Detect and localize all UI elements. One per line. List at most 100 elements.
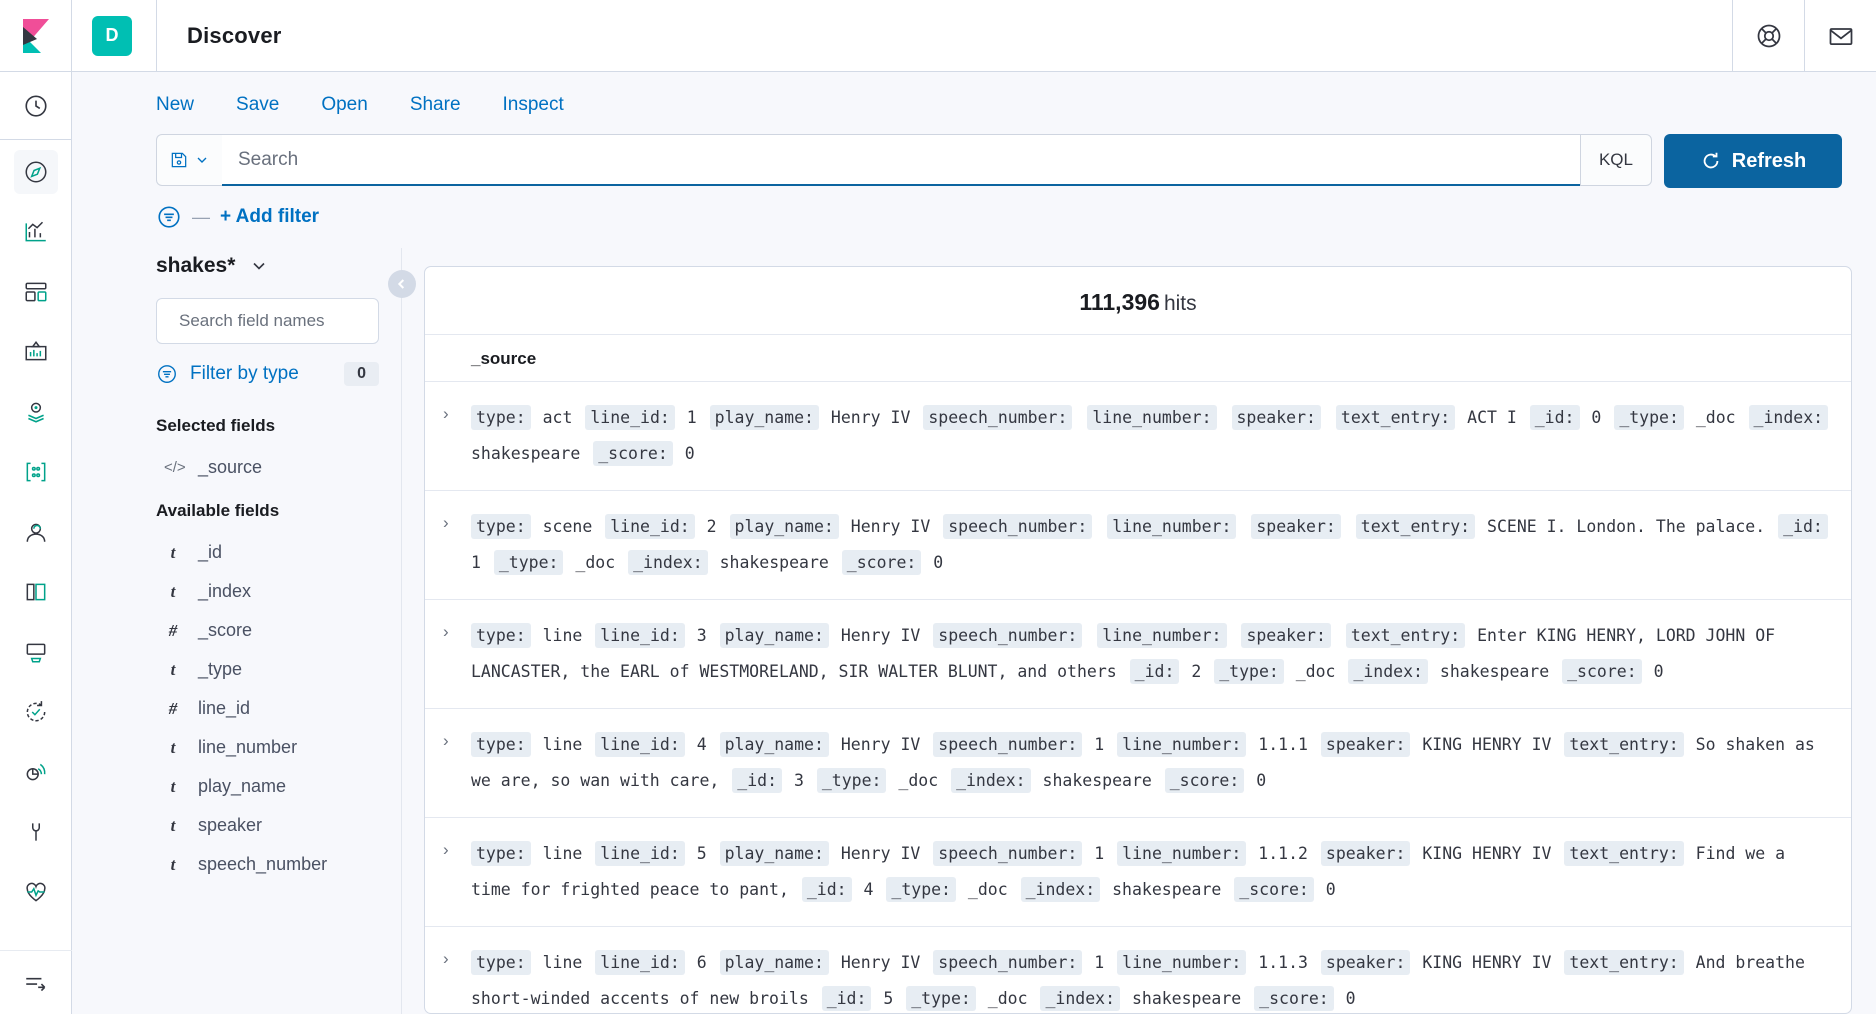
primary-nav-rail xyxy=(0,0,72,1014)
recently-viewed-clock-icon[interactable] xyxy=(0,72,72,140)
index-pattern-selector[interactable]: shakes* xyxy=(156,248,379,298)
top-nav-share[interactable]: Share xyxy=(410,94,461,116)
filter-by-type-row[interactable]: Filter by type 0 xyxy=(156,344,379,402)
field-value xyxy=(1331,626,1346,645)
sidebar-item-dev-tools[interactable] xyxy=(14,810,58,854)
field-value: 0 xyxy=(1246,771,1267,790)
table-column-header: _source xyxy=(425,334,1851,381)
field-item-_score[interactable]: # _score xyxy=(156,611,379,650)
top-nav-save[interactable]: Save xyxy=(236,94,279,116)
field-item-line_number[interactable]: t line_number xyxy=(156,728,379,767)
field-key: _index: xyxy=(1748,405,1829,430)
field-item-source[interactable]: </> _source xyxy=(156,448,379,487)
sidebar-collapse-button[interactable] xyxy=(388,270,416,298)
top-nav-new[interactable]: New xyxy=(156,94,194,116)
field-value: 1 xyxy=(676,408,707,427)
lifebuoy-help-icon[interactable] xyxy=(1732,0,1804,72)
field-item-speech_number[interactable]: t speech_number xyxy=(156,845,379,884)
sidebar-item-siem[interactable] xyxy=(14,750,58,794)
expand-row-caret-icon[interactable]: › xyxy=(443,509,471,533)
table-row[interactable]: › type: line line_id: 3 play_name: Henry … xyxy=(425,599,1851,708)
sidebar-item-maps[interactable] xyxy=(14,390,58,434)
field-value: shakespeare xyxy=(1032,771,1162,790)
table-row[interactable]: › type: line line_id: 5 play_name: Henry … xyxy=(425,817,1851,926)
field-value: 0 xyxy=(923,553,944,572)
field-key: _type: xyxy=(906,986,976,1011)
field-key: speech_number: xyxy=(933,732,1083,757)
sidebar-item-uptime[interactable] xyxy=(14,690,58,734)
field-name: line_number xyxy=(198,737,298,757)
sidebar-item-visualize[interactable] xyxy=(14,210,58,254)
expand-row-caret-icon[interactable]: › xyxy=(443,618,471,642)
table-row[interactable]: › type: line line_id: 4 play_name: Henry … xyxy=(425,708,1851,817)
field-key: type: xyxy=(471,732,531,757)
field-value: line xyxy=(532,626,593,645)
nav-collapse-toggle[interactable] xyxy=(0,950,72,1014)
expand-row-caret-icon[interactable]: › xyxy=(443,400,471,424)
field-key: line_number: xyxy=(1087,405,1217,430)
space-avatar[interactable]: D xyxy=(92,15,132,56)
field-value: line xyxy=(532,844,593,863)
field-key: _score: xyxy=(1234,877,1314,902)
search-input[interactable] xyxy=(238,148,1580,171)
field-item-line_id[interactable]: # line_id xyxy=(156,689,379,728)
sidebar-item-machine-learning[interactable] xyxy=(14,450,58,494)
sidebar-item-discover[interactable] xyxy=(13,150,58,194)
field-key: speech_number: xyxy=(943,514,1093,539)
field-key: play_name: xyxy=(709,405,819,430)
refresh-button[interactable]: Refresh xyxy=(1664,134,1842,188)
top-nav-inspect[interactable]: Inspect xyxy=(503,94,564,116)
add-filter-button[interactable]: + Add filter xyxy=(220,206,319,228)
envelope-news-icon[interactable] xyxy=(1804,0,1876,72)
query-language-switcher[interactable]: KQL xyxy=(1579,134,1652,186)
sidebar-item-infrastructure[interactable] xyxy=(14,510,58,554)
field-value xyxy=(1227,626,1242,645)
field-key: line_id: xyxy=(595,950,685,975)
field-key: line_id: xyxy=(595,732,685,757)
field-key: speaker: xyxy=(1320,841,1411,866)
expand-row-caret-icon[interactable]: › xyxy=(443,727,471,751)
saved-query-button[interactable] xyxy=(156,134,222,186)
table-row[interactable]: › type: act line_id: 1 play_name: Henry I… xyxy=(425,381,1851,490)
chevron-down-icon xyxy=(253,262,265,270)
sidebar-item-logs[interactable] xyxy=(14,570,58,614)
field-key: play_name: xyxy=(719,732,829,757)
filter-funnel-icon[interactable] xyxy=(156,204,182,230)
field-item-_type[interactable]: t _type xyxy=(156,650,379,689)
sidebar-item-dashboard[interactable] xyxy=(14,270,58,314)
field-value: line xyxy=(532,735,593,754)
field-item-_id[interactable]: t _id xyxy=(156,533,379,572)
query-bar: KQL Refresh xyxy=(72,116,1876,188)
field-value: 0 xyxy=(1315,880,1336,899)
field-key: line_number: xyxy=(1117,841,1247,866)
field-key: type: xyxy=(471,514,531,539)
field-key: speech_number: xyxy=(933,841,1083,866)
field-key: _index: xyxy=(1040,986,1121,1011)
field-key: _id: xyxy=(821,986,872,1011)
field-item-play_name[interactable]: t play_name xyxy=(156,767,379,806)
table-row[interactable]: › type: scene line_id: 2 play_name: Henry… xyxy=(425,490,1851,599)
field-value: 0 xyxy=(1643,662,1664,681)
field-value: 1.1.3 xyxy=(1248,953,1318,972)
sidebar-item-monitoring[interactable] xyxy=(14,870,58,914)
field-item-speaker[interactable]: t speaker xyxy=(156,806,379,845)
documents-area: 111,396 hits _source › type: act line_id: … xyxy=(388,248,1876,1014)
field-key: _index: xyxy=(1348,659,1428,684)
top-nav-open[interactable]: Open xyxy=(321,94,367,116)
sidebar-item-canvas[interactable] xyxy=(14,330,58,374)
field-value: scene xyxy=(532,517,603,536)
field-key: _score: xyxy=(841,550,922,575)
field-value: 1.1.2 xyxy=(1248,844,1318,863)
search-field-names-input[interactable] xyxy=(179,311,400,331)
table-row[interactable]: › type: line line_id: 6 play_name: Henry … xyxy=(425,926,1851,1013)
sidebar-item-apm[interactable] xyxy=(14,630,58,674)
field-type-glyph: t xyxy=(170,815,176,835)
field-value: Henry IV xyxy=(820,408,921,427)
field-key: play_name: xyxy=(719,841,829,866)
kibana-logo-icon[interactable] xyxy=(0,0,72,72)
source-cell: type: line line_id: 5 play_name: Henry I… xyxy=(471,836,1831,908)
expand-row-caret-icon[interactable]: › xyxy=(443,836,471,860)
field-item-_index[interactable]: t _index xyxy=(156,572,379,611)
expand-row-caret-icon[interactable]: › xyxy=(443,945,471,969)
field-value xyxy=(1236,517,1251,536)
